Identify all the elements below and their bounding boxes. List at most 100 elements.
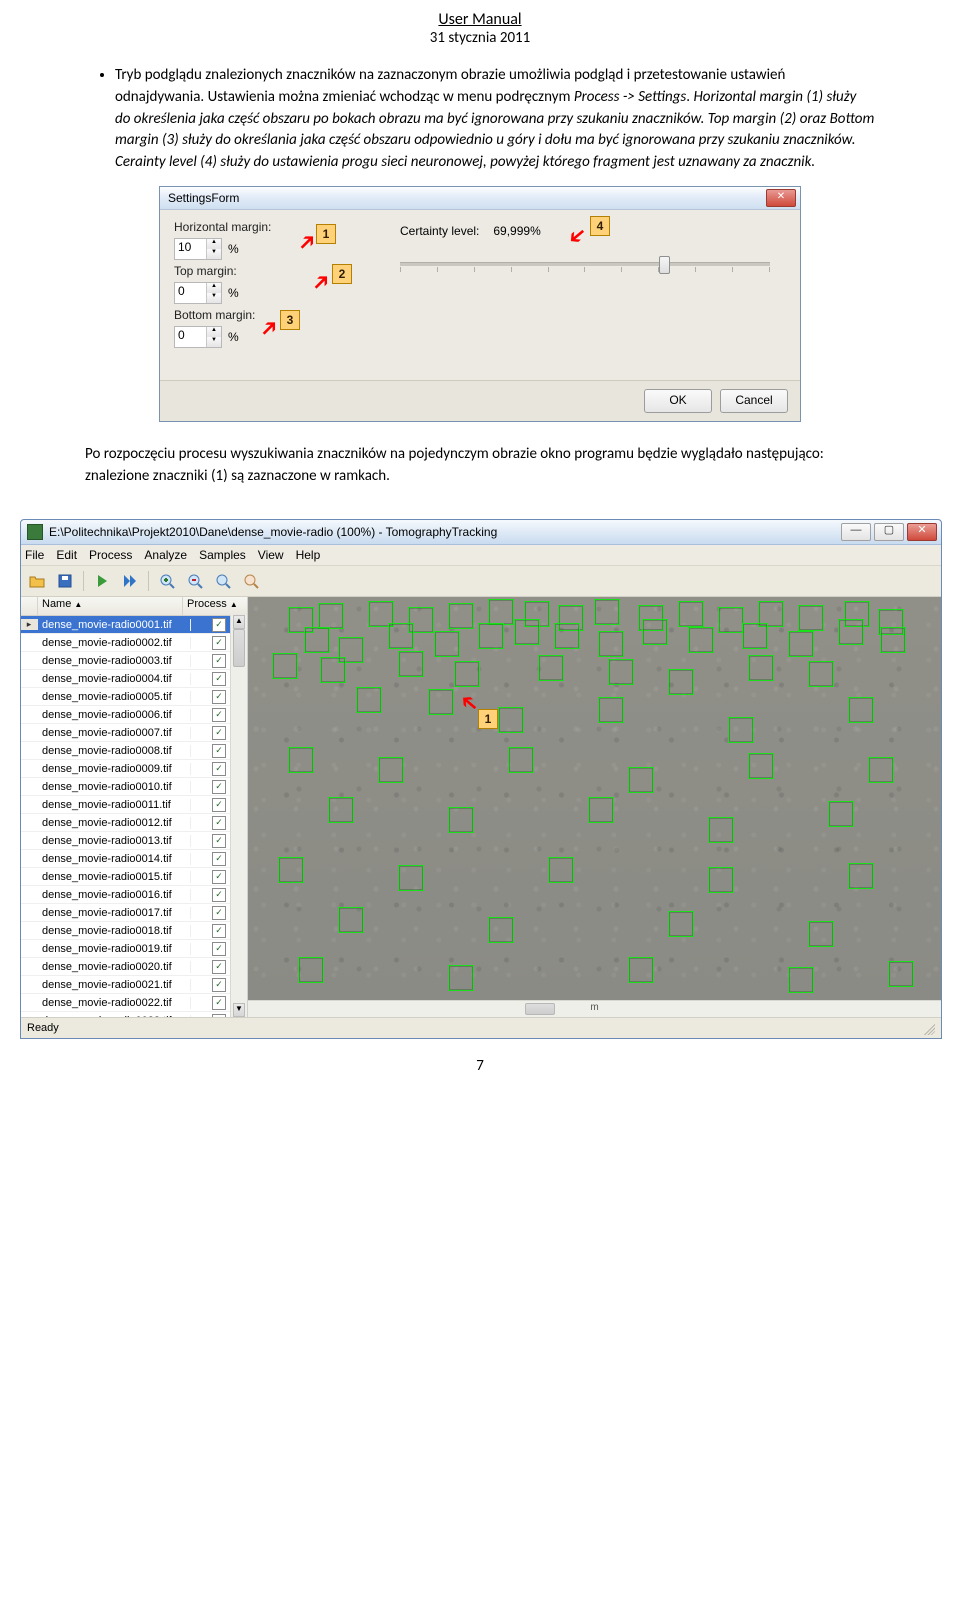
detected-marker [554,623,580,649]
image-canvas[interactable]: 1 ➔ m [248,597,941,1017]
play-all-icon[interactable] [118,569,142,593]
file-name: dense_movie-radio0016.tif [38,889,191,901]
table-row[interactable]: dense_movie-radio0005.tif✓ [21,688,247,706]
row-selector-header [21,597,38,615]
file-name: dense_movie-radio0023.tif [38,1015,191,1018]
scroll-thumb[interactable] [525,1003,555,1015]
chevron-up-icon[interactable]: ▲ [207,239,221,249]
open-icon[interactable] [25,569,49,593]
save-icon[interactable] [53,569,77,593]
ok-button[interactable]: OK [644,389,712,413]
resize-grip-icon[interactable] [921,1021,935,1035]
table-row[interactable]: dense_movie-radio0012.tif✓ [21,814,247,832]
settings-titlebar[interactable]: SettingsForm ✕ [160,187,800,210]
table-row[interactable]: dense_movie-radio0021.tif✓ [21,976,247,994]
menu-view[interactable]: View [258,548,284,562]
close-icon[interactable]: ✕ [907,523,937,541]
column-name[interactable]: Name ▲ [38,597,183,615]
table-row[interactable]: dense_movie-radio0008.tif✓ [21,742,247,760]
scroll-down-icon[interactable]: ▼ [233,1003,245,1017]
detected-marker [642,619,668,645]
table-row[interactable]: dense_movie-radio0017.tif✓ [21,904,247,922]
file-name: dense_movie-radio0020.tif [38,961,191,973]
zoom-in-icon[interactable] [155,569,179,593]
column-process[interactable]: Process ▲ [183,597,247,615]
detected-marker [398,865,424,891]
chevron-up-icon[interactable]: ▲ [207,283,221,293]
menu-analyze[interactable]: Analyze [144,548,187,562]
table-row[interactable]: dense_movie-radio0018.tif✓ [21,922,247,940]
slider-thumb-icon[interactable] [659,256,670,274]
zoom-out-icon[interactable] [183,569,207,593]
scroll-thumb[interactable] [233,629,245,667]
table-row[interactable]: dense_movie-radio0014.tif✓ [21,850,247,868]
zoom-100-icon[interactable] [239,569,263,593]
row-selector[interactable]: ▸ [21,619,38,630]
table-row[interactable]: dense_movie-radio0013.tif✓ [21,832,247,850]
detected-marker [838,619,864,645]
table-row[interactable]: dense_movie-radio0007.tif✓ [21,724,247,742]
file-name: dense_movie-radio0010.tif [38,781,191,793]
callout-4: 4 [590,216,610,236]
hmargin-input[interactable]: 10 ▲▼ [174,238,222,260]
table-row[interactable]: dense_movie-radio0019.tif✓ [21,940,247,958]
menu-file[interactable]: File [25,548,44,562]
cancel-button[interactable]: Cancel [720,389,788,413]
maximize-icon[interactable]: ▢ [874,523,904,541]
callout-1: 1 [478,709,498,729]
certainty-label: Certainty level: [400,224,479,238]
chevron-up-icon[interactable]: ▲ [207,327,221,337]
menu-process[interactable]: Process [89,548,132,562]
file-name: dense_movie-radio0002.tif [38,637,191,649]
menu-edit[interactable]: Edit [56,548,77,562]
app-title: E:\Politechnika\Projekt2010\Dane\dense_m… [49,525,497,539]
table-row[interactable]: dense_movie-radio0011.tif✓ [21,796,247,814]
table-row[interactable]: dense_movie-radio0020.tif✓ [21,958,247,976]
scrollbar-horizontal[interactable]: m [248,1000,941,1017]
file-name: dense_movie-radio0019.tif [38,943,191,955]
file-name: dense_movie-radio0012.tif [38,817,191,829]
detected-marker [594,599,620,625]
close-icon[interactable]: ✕ [766,189,796,207]
detected-marker [628,957,654,983]
scrollbar-vertical[interactable]: ▲ ▼ [230,615,247,1017]
file-name: dense_movie-radio0009.tif [38,763,191,775]
file-name: dense_movie-radio0015.tif [38,871,191,883]
app-titlebar[interactable]: E:\Politechnika\Projekt2010\Dane\dense_m… [21,520,941,545]
table-row[interactable]: ▸dense_movie-radio0001.tif✓ [21,616,247,634]
certainty-slider[interactable] [400,254,770,274]
detected-marker [668,669,694,695]
zoom-fit-icon[interactable] [211,569,235,593]
scroll-up-icon[interactable]: ▲ [233,615,245,629]
chevron-down-icon[interactable]: ▼ [207,337,221,347]
detected-marker [688,627,714,653]
menu-samples[interactable]: Samples [199,548,246,562]
table-row[interactable]: dense_movie-radio0010.tif✓ [21,778,247,796]
detected-marker [628,767,654,793]
table-row[interactable]: dense_movie-radio0004.tif✓ [21,670,247,688]
chevron-down-icon[interactable]: ▼ [207,293,221,303]
menu-help[interactable]: Help [296,548,321,562]
tmargin-input[interactable]: 0 ▲▼ [174,282,222,304]
table-row[interactable]: dense_movie-radio0002.tif✓ [21,634,247,652]
paragraph-1: Tryb podglądu znalezionych znaczników na… [115,65,875,174]
file-name: dense_movie-radio0011.tif [38,799,191,811]
table-row[interactable]: dense_movie-radio0023.tif✓ [21,1012,247,1017]
table-row[interactable]: dense_movie-radio0016.tif✓ [21,886,247,904]
bmargin-input[interactable]: 0 ▲▼ [174,326,222,348]
settings-form-figure: SettingsForm ✕ 1 ➔ 2 ➔ 3 ➔ Horizontal ma… [85,186,875,422]
table-row[interactable]: dense_movie-radio0022.tif✓ [21,994,247,1012]
minimize-icon[interactable]: — [841,523,871,541]
hmargin-label: Horizontal margin: [174,220,294,234]
detected-marker [304,627,330,653]
table-row[interactable]: dense_movie-radio0015.tif✓ [21,868,247,886]
app-icon [27,524,43,540]
chevron-down-icon[interactable]: ▼ [207,249,221,259]
table-row[interactable]: dense_movie-radio0003.tif✓ [21,652,247,670]
table-row[interactable]: dense_movie-radio0006.tif✓ [21,706,247,724]
file-name: dense_movie-radio0021.tif [38,979,191,991]
arrow-red-icon: ➔ [570,230,584,242]
table-row[interactable]: dense_movie-radio0009.tif✓ [21,760,247,778]
play-icon[interactable] [90,569,114,593]
settings-window: SettingsForm ✕ 1 ➔ 2 ➔ 3 ➔ Horizontal ma… [159,186,801,422]
